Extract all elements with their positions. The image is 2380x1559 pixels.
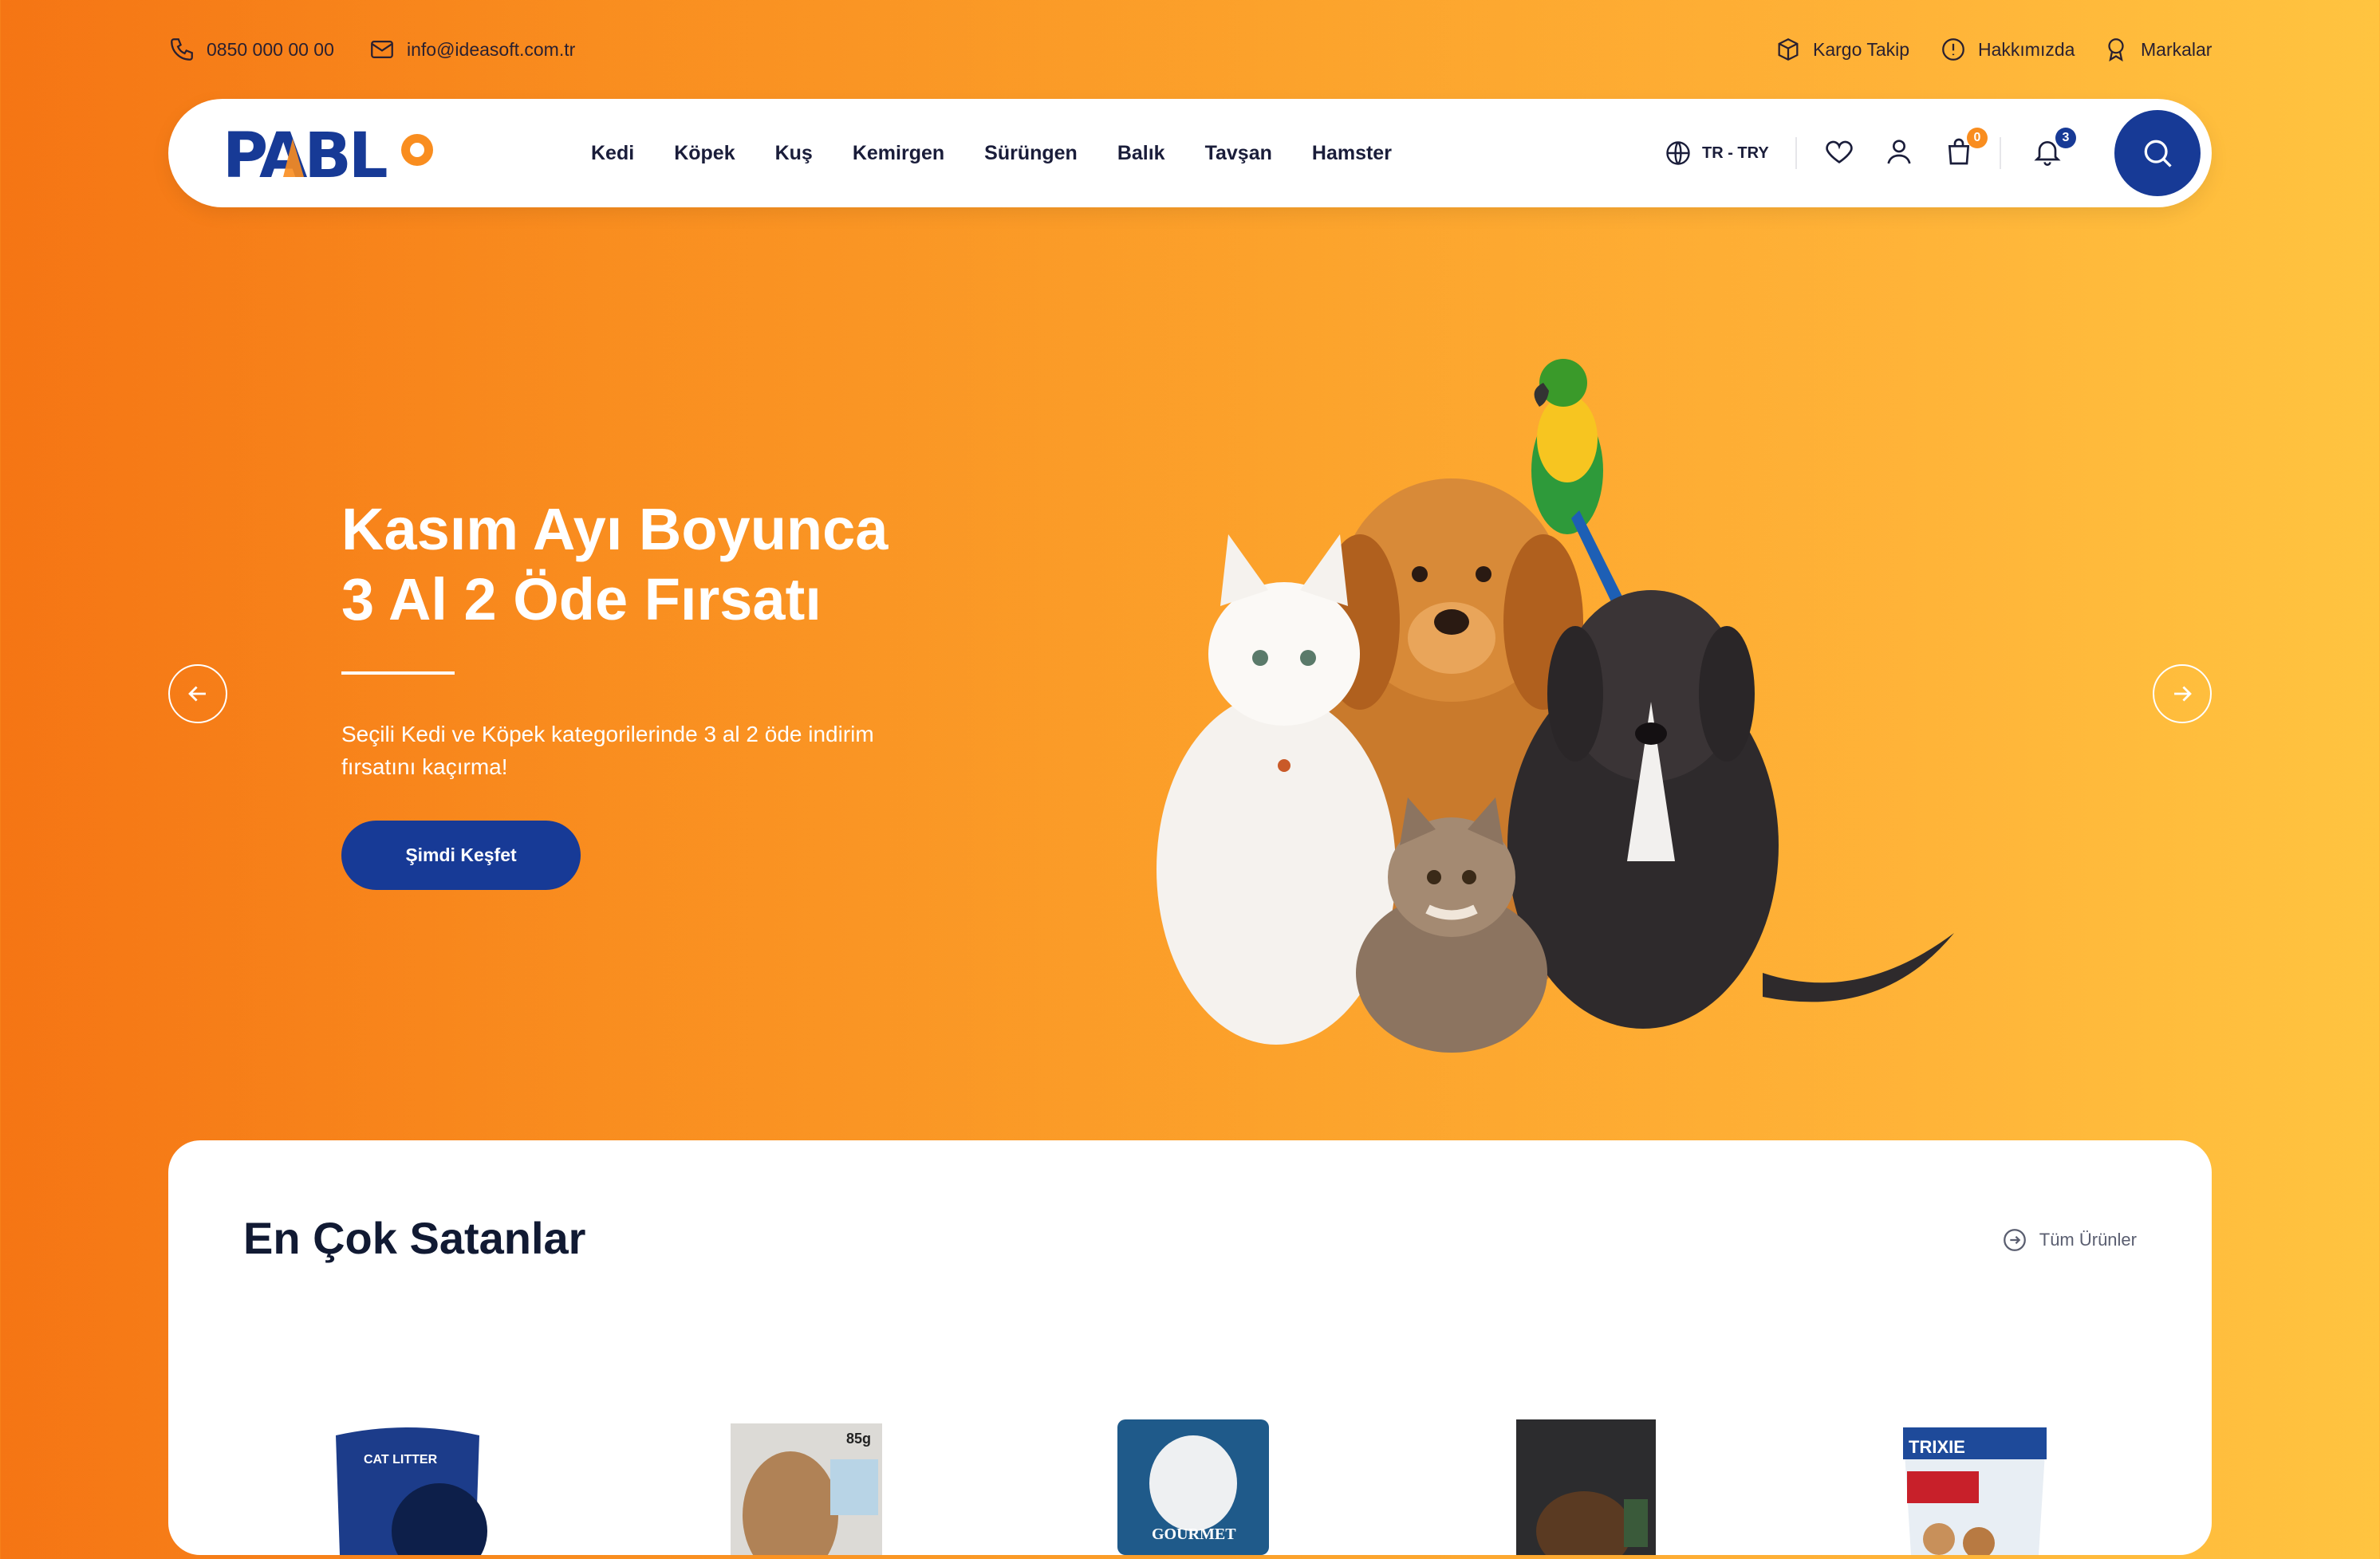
all-products-link[interactable]: Tüm Ürünler [2001,1226,2137,1254]
nav-item-kopek[interactable]: Köpek [674,142,735,165]
package-icon [1778,37,1799,61]
email-contact[interactable]: info@ideasoft.com.tr [368,32,575,67]
phone-number: 0850 000 00 00 [207,38,334,60]
nav-item-balik[interactable]: Balık [1117,142,1165,165]
hero-title-line1: Kasım Ayı Boyunca [341,496,889,562]
product-image-cat-food-pouch: 85g [731,1423,882,1559]
language-selector[interactable]: TR - TRY [1664,136,1769,171]
nav-item-kedi[interactable]: Kedi [591,142,634,165]
kargo-takip-label: Kargo Takip [1813,38,1910,60]
nav-item-surungen[interactable]: Sürüngen [984,142,1078,165]
product-card[interactable]: 85g [727,1396,886,1559]
hero-divider [341,671,455,675]
nav-item-kemirgen[interactable]: Kemirgen [853,142,944,165]
arrow-left-icon [188,686,206,702]
product-label-0: CAT LITTER [364,1453,438,1466]
notification-count-badge: 3 [2055,128,2076,148]
all-products-label: Tüm Ürünler [2039,1230,2137,1250]
markalar-label: Markalar [2141,38,2213,60]
product-label-2: GOURMET [1152,1526,1236,1543]
product-image-trixie: TRIXIE [1903,1427,2047,1559]
phone-icon [171,38,193,61]
hero-title-line2: 3 Al 2 Öde Fırsatı [341,566,822,632]
notifications-button[interactable]: 3 [2031,128,2076,171]
mail-icon [371,40,393,59]
product-card[interactable]: CAT LITTER [328,1396,487,1559]
hero-pets-image [1133,351,1994,1053]
slider-next-button[interactable] [2153,664,2212,723]
phone-contact[interactable]: 0850 000 00 00 [168,32,334,67]
product-label-1: 85g [846,1431,871,1447]
hakkimizda-link[interactable]: Hakkımızda [1940,32,2075,67]
product-card[interactable]: GOURMET [1113,1396,1273,1555]
header-divider [1795,137,1797,169]
main-nav: Kedi Köpek Kuş Kemirgen Sürüngen Balık T… [591,99,1432,207]
language-label: TR - TRY [1702,144,1769,162]
badge-icon [2108,38,2124,62]
product-card[interactable]: TRIXIE [1891,1396,2051,1559]
product-label-4: TRIXIE [1909,1437,1965,1457]
hakkimizda-label: Hakkımızda [1978,38,2075,60]
user-icon [1887,140,1911,164]
product-image-cat-litter: CAT LITTER [336,1427,487,1559]
search-icon [2144,140,2172,167]
pablo-logo[interactable]: PABL [223,120,446,192]
product-image-dog-food [1516,1419,1656,1559]
discover-now-button[interactable]: Şimdi Keşfet [341,821,581,890]
kargo-takip-link[interactable]: Kargo Takip [1775,32,1909,67]
arrow-circle-right-icon [2003,1229,2026,1251]
heart-icon [1826,140,1853,163]
info-icon [1942,38,1964,61]
globe-icon [1666,141,1690,165]
nav-item-tavsan[interactable]: Tavşan [1205,142,1272,165]
header-divider [2000,137,2001,169]
hero-title: Kasım Ayı Boyunca 3 Al 2 Öde Fırsatı [341,494,1059,635]
cart-button[interactable]: 0 [1943,128,1988,171]
slider-prev-button[interactable] [168,664,227,723]
email-address: info@ideasoft.com.tr [407,38,576,60]
hero-description: Seçili Kedi ve Köpek kategorilerinde 3 a… [341,722,874,779]
bestsellers-title: En Çok Satanlar [243,1213,586,1263]
wishlist-button[interactable] [1823,136,1858,171]
svg-text:PABL: PABL [223,123,387,187]
main-header: PABL Kedi Köpek Kuş Kemirgen Sürüngen Ba… [168,99,2212,207]
cart-count-badge: 0 [1967,128,1988,148]
nav-item-hamster[interactable]: Hamster [1312,142,1392,165]
arrow-right-icon [2174,686,2192,702]
account-button[interactable] [1883,136,1918,171]
product-card[interactable] [1504,1396,1664,1559]
logo-graphic: PABL [223,120,433,192]
search-button[interactable] [2114,110,2201,196]
bestsellers-section: En Çok Satanlar Tüm Ürünler CAT LITTER 8… [168,1140,2212,1559]
markalar-link[interactable]: Markalar [2102,32,2212,67]
nav-item-kus[interactable]: Kuş [775,142,813,165]
top-bar: 0850 000 00 00 info@ideasoft.com.tr Karg… [0,0,2380,99]
product-image-gourmet: GOURMET [1117,1419,1269,1555]
